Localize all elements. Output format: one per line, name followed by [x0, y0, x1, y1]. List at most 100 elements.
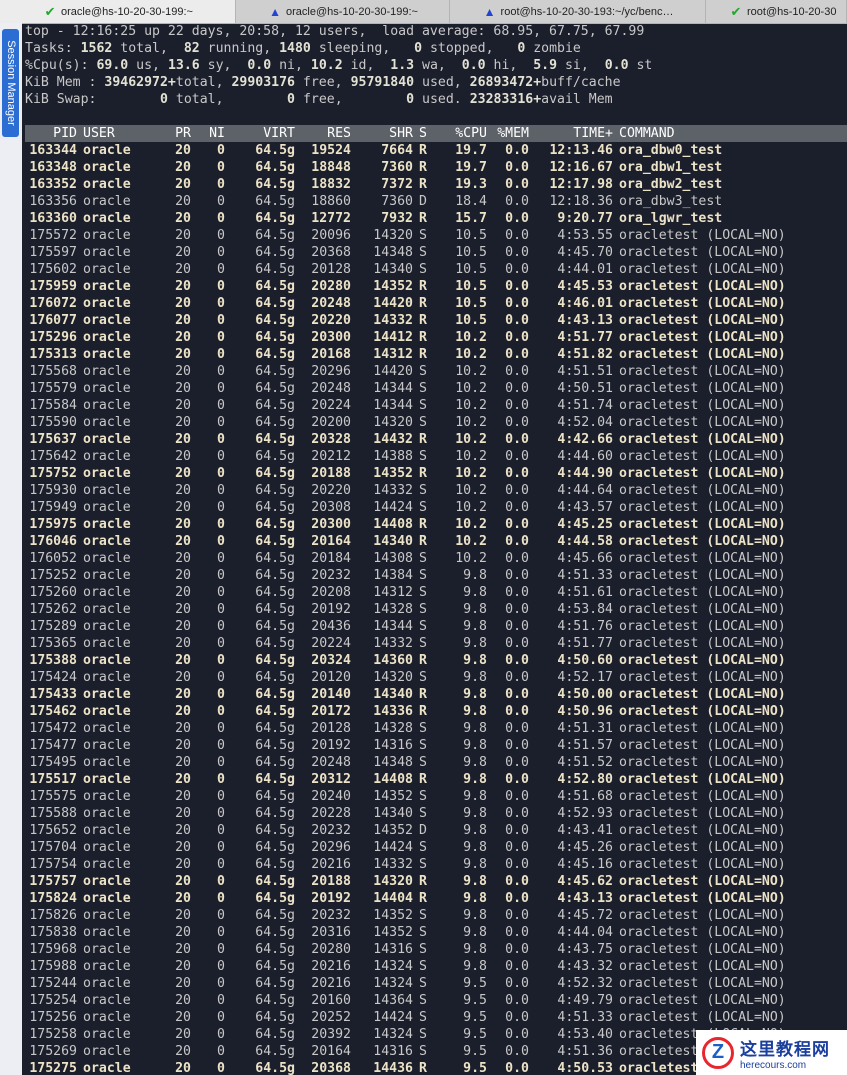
mem-cell: 0.0	[505, 262, 529, 277]
column-header-pid: PID	[53, 126, 77, 141]
process-row: 175462 oracle 20 0 64.5g 20172 14336 R 9.8 0.0 4:5…	[25, 703, 847, 720]
pr-cell: 20	[175, 602, 191, 617]
mem-cell: 0.0	[505, 738, 529, 753]
shr-cell: 14424	[373, 1010, 413, 1025]
state-cell: S	[419, 942, 427, 957]
mem-cell: 0.0	[505, 432, 529, 447]
state-cell: R	[419, 143, 427, 158]
pid-cell: 175313	[29, 347, 77, 362]
pid-cell: 175254	[29, 993, 77, 1008]
mem-cell: 0.0	[505, 398, 529, 413]
mem-cell: 0.0	[505, 245, 529, 260]
virt-cell: 64.5g	[255, 517, 295, 532]
shr-cell: 14344	[373, 381, 413, 396]
pid-cell: 175517	[29, 772, 77, 787]
res-cell: 20300	[311, 517, 351, 532]
user-cell: oracle	[83, 364, 131, 379]
cpu-cell: 9.8	[463, 925, 487, 940]
time-cell: 12:18.36	[549, 194, 613, 209]
cpu-cell: 9.8	[463, 891, 487, 906]
mem-cell: 0.0	[505, 177, 529, 192]
pid-cell: 175365	[29, 636, 77, 651]
process-row: 176052 oracle 20 0 64.5g 20184 14308 S 10.2 0.0 4:…	[25, 550, 847, 567]
ni-cell: 0	[217, 194, 225, 209]
user-cell: oracle	[83, 891, 131, 906]
virt-cell: 64.5g	[255, 1010, 295, 1025]
tab-2[interactable]: ▲ root@hs-10-20-30-193:~/yc/benc…	[450, 0, 706, 23]
shr-cell: 14412	[373, 330, 413, 345]
user-cell: oracle	[83, 721, 131, 736]
session-manager-button[interactable]: Session Manager	[2, 29, 19, 137]
res-cell: 20248	[311, 755, 351, 770]
pr-cell: 20	[175, 823, 191, 838]
terminal[interactable]: top - 12:16:25 up 22 days, 20:58, 12 use…	[25, 23, 847, 1075]
ni-cell: 0	[217, 245, 225, 260]
mem-cell: 0.0	[505, 313, 529, 328]
pr-cell: 20	[175, 806, 191, 821]
state-cell: S	[419, 500, 427, 515]
user-cell: oracle	[83, 534, 131, 549]
process-row: 175838 oracle 20 0 64.5g 20316 14352 S 9.8 0.0 4:4…	[25, 924, 847, 941]
cpu-cell: 10.5	[455, 313, 487, 328]
command-cell: oracletest (LOCAL=NO)	[619, 500, 786, 515]
ni-cell: 0	[217, 1010, 225, 1025]
ni-cell: 0	[217, 262, 225, 277]
res-cell: 20184	[311, 551, 351, 566]
command-cell: oracletest (LOCAL=NO)	[619, 755, 786, 770]
cpu-cell: 9.8	[463, 670, 487, 685]
tab-3[interactable]: ✔ root@hs-10-20-30	[706, 0, 847, 23]
pr-cell: 20	[175, 619, 191, 634]
mem-cell: 0.0	[505, 619, 529, 634]
pr-cell: 20	[175, 789, 191, 804]
shr-cell: 14420	[373, 364, 413, 379]
user-cell: oracle	[83, 908, 131, 923]
pr-cell: 20	[175, 942, 191, 957]
process-row: 176077 oracle 20 0 64.5g 20220 14332 R 10.5 0.0 4:…	[25, 312, 847, 329]
tab-1[interactable]: ▲ oracle@hs-10-20-30-199:~	[236, 0, 450, 23]
virt-cell: 64.5g	[255, 194, 295, 209]
state-cell: R	[419, 704, 427, 719]
state-cell: S	[419, 806, 427, 821]
cpu-cell: 10.2	[455, 449, 487, 464]
pr-cell: 20	[175, 976, 191, 991]
user-cell: oracle	[83, 602, 131, 617]
tab-0[interactable]: ✔ oracle@hs-10-20-30-199:~	[0, 0, 236, 23]
res-cell: 20232	[311, 823, 351, 838]
pr-cell: 20	[175, 279, 191, 294]
res-cell: 20296	[311, 840, 351, 855]
time-cell: 4:52.80	[557, 772, 613, 787]
pr-cell: 20	[175, 245, 191, 260]
pid-cell: 175959	[29, 279, 77, 294]
res-cell: 20392	[311, 1027, 351, 1042]
shr-cell: 14320	[373, 415, 413, 430]
pid-cell: 175477	[29, 738, 77, 753]
tasks-line: Tasks: 1562 total, 82 running, 1480 slee…	[25, 41, 581, 56]
virt-cell: 64.5g	[255, 823, 295, 838]
virt-cell: 64.5g	[255, 551, 295, 566]
mem-cell: 0.0	[505, 449, 529, 464]
virt-cell: 64.5g	[255, 1027, 295, 1042]
process-row: 175824 oracle 20 0 64.5g 20192 14404 R 9.8 0.0 4:4…	[25, 890, 847, 907]
res-cell: 20252	[311, 1010, 351, 1025]
cpu-cell: 19.3	[455, 177, 487, 192]
pid-cell: 175262	[29, 602, 77, 617]
process-row: 175256 oracle 20 0 64.5g 20252 14424 S 9.5 0.0 4:5…	[25, 1009, 847, 1026]
ni-cell: 0	[217, 432, 225, 447]
pr-cell: 20	[175, 262, 191, 277]
res-cell: 20200	[311, 415, 351, 430]
mem-cell: 0.0	[505, 653, 529, 668]
cpu-cell: 9.5	[463, 1010, 487, 1025]
mem-cell: 0.0	[505, 483, 529, 498]
mem-cell: 0.0	[505, 704, 529, 719]
mem-cell: 0.0	[505, 942, 529, 957]
time-cell: 4:50.51	[557, 381, 613, 396]
process-row: 175313 oracle 20 0 64.5g 20168 14312 R 10.2 0.0 4:…	[25, 346, 847, 363]
shr-cell: 14364	[373, 993, 413, 1008]
shr-cell: 7664	[381, 143, 413, 158]
watermark: Z 这里教程网 herecours.com	[696, 1030, 847, 1075]
pr-cell: 20	[175, 1027, 191, 1042]
state-cell: S	[419, 1010, 427, 1025]
pid-cell: 175275	[29, 1061, 77, 1075]
command-cell: oracletest (LOCAL=NO)	[619, 245, 786, 260]
mem-cell: 0.0	[505, 585, 529, 600]
